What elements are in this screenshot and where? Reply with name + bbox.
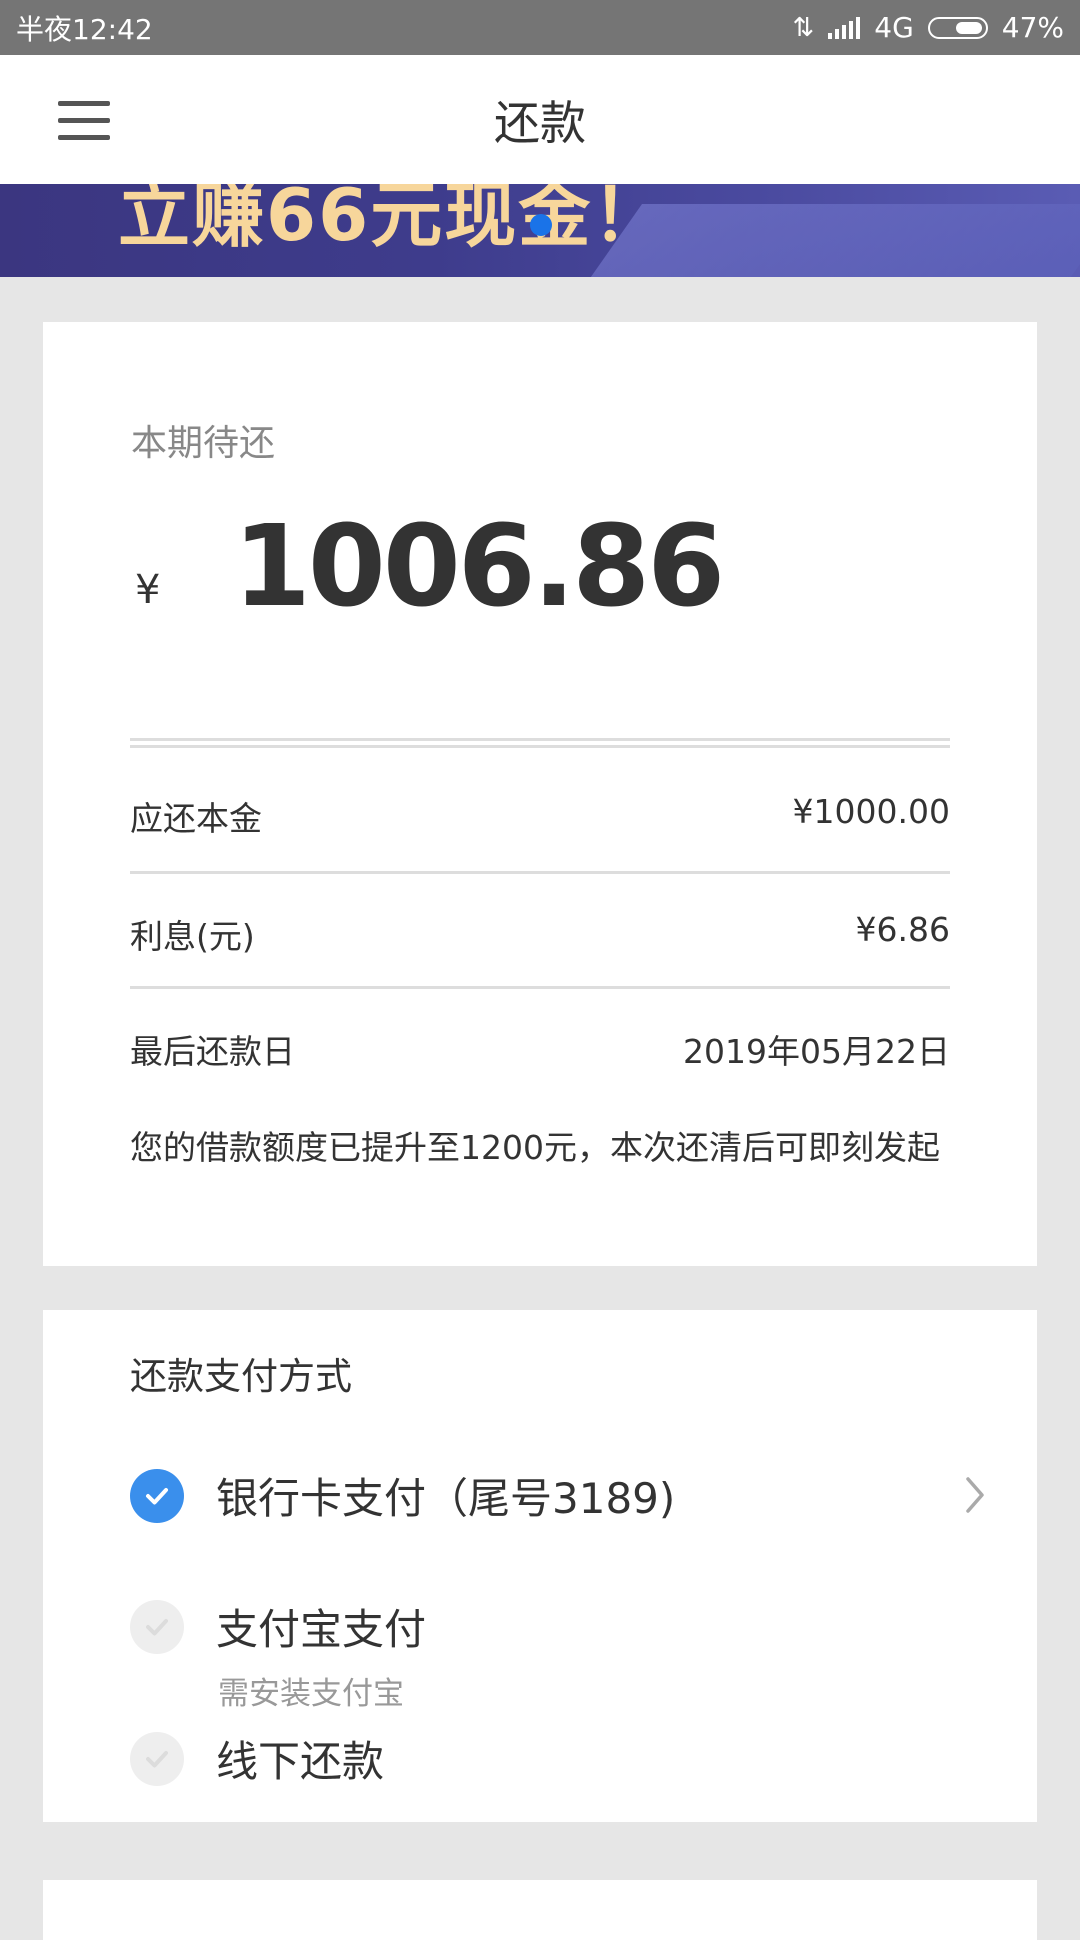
payment-option-label: 线下还款: [216, 1737, 385, 1786]
payment-option-offline[interactable]: 线下还款: [130, 1728, 990, 1789]
payment-option-bank-card[interactable]: 银行卡支付（尾号3189): [130, 1465, 990, 1526]
chevron-right-icon[interactable]: [960, 1473, 990, 1517]
principal-label: 应还本金: [130, 799, 262, 838]
payment-method-title: 还款支付方式: [130, 1355, 352, 1398]
signal-icon: [828, 16, 861, 39]
payment-method-card: 还款支付方式 银行卡支付（尾号3189) 支付宝支付 需安装支付宝 线下还款: [43, 1310, 1037, 1822]
interest-row: 利息(元) ¥6.86: [130, 910, 950, 958]
status-time: 半夜12:42: [16, 12, 153, 46]
check-circle-icon[interactable]: [130, 1599, 184, 1654]
network-type: 4G: [874, 11, 914, 44]
interest-value: ¥6.86: [855, 910, 950, 949]
due-date-row: 最后还款日 2019年05月22日: [130, 1025, 950, 1073]
principal-row: 应还本金 ¥1000.00: [130, 792, 950, 840]
divider: [130, 986, 950, 989]
payment-option-label: 银行卡支付（尾号3189): [216, 1474, 676, 1523]
interest-label: 利息(元): [130, 917, 255, 956]
repayment-summary-card: 本期待还 ¥ 1006.86 应还本金 ¥1000.00 利息(元) ¥6.86…: [43, 322, 1037, 1266]
due-amount: 1006.86: [233, 502, 725, 632]
data-transfer-icon: ⇅: [792, 12, 815, 43]
battery-percent: 47%: [1001, 11, 1064, 44]
due-date-label: 最后还款日: [130, 1032, 295, 1071]
principal-value: ¥1000.00: [792, 792, 950, 831]
status-bar: 半夜12:42 ⇅ 4G 47%: [0, 0, 1080, 55]
page-title: 还款: [494, 95, 586, 150]
check-circle-icon[interactable]: [130, 1731, 184, 1786]
banner-text: 立赚66元现金！: [118, 184, 667, 257]
top-nav-bar: 还款: [0, 55, 1080, 184]
menu-icon[interactable]: [58, 101, 110, 141]
check-circle-icon[interactable]: [130, 1468, 184, 1523]
promo-banner[interactable]: 立赚66元现金！: [0, 184, 1080, 277]
currency-symbol: ¥: [135, 567, 161, 613]
payment-option-label: 支付宝支付: [216, 1605, 427, 1654]
divider: [130, 738, 950, 748]
battery-icon: [927, 16, 988, 39]
status-icons: ⇅ 4G 47%: [792, 11, 1064, 44]
payment-option-alipay[interactable]: 支付宝支付: [130, 1596, 990, 1657]
due-label: 本期待还: [131, 423, 276, 464]
banner-page-indicator: [530, 214, 552, 236]
credit-limit-notice: 您的借款额度已提升至1200元，本次还清后可即刻发起: [130, 1128, 940, 1167]
next-card: [43, 1880, 1037, 1940]
alipay-install-hint: 需安装支付宝: [218, 1676, 404, 1712]
due-date-value: 2019年05月22日: [683, 1032, 950, 1071]
divider: [130, 871, 950, 874]
